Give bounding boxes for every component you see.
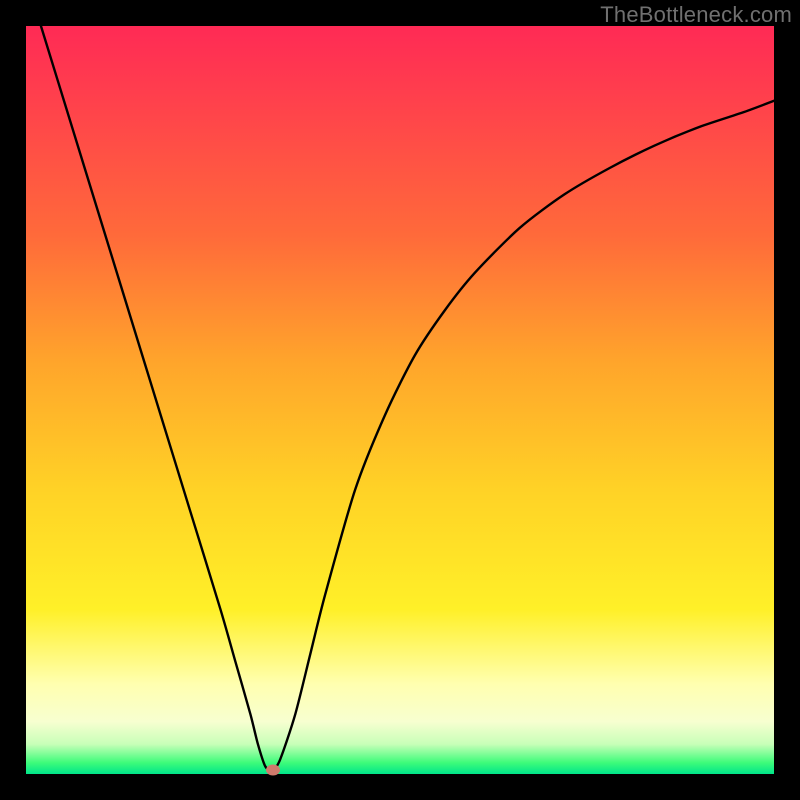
plot-area [26, 26, 774, 774]
curve-svg [26, 26, 774, 774]
watermark-text: TheBottleneck.com [600, 2, 792, 28]
bottleneck-curve [41, 26, 774, 771]
minimum-marker [266, 765, 280, 776]
chart-container: TheBottleneck.com [0, 0, 800, 800]
